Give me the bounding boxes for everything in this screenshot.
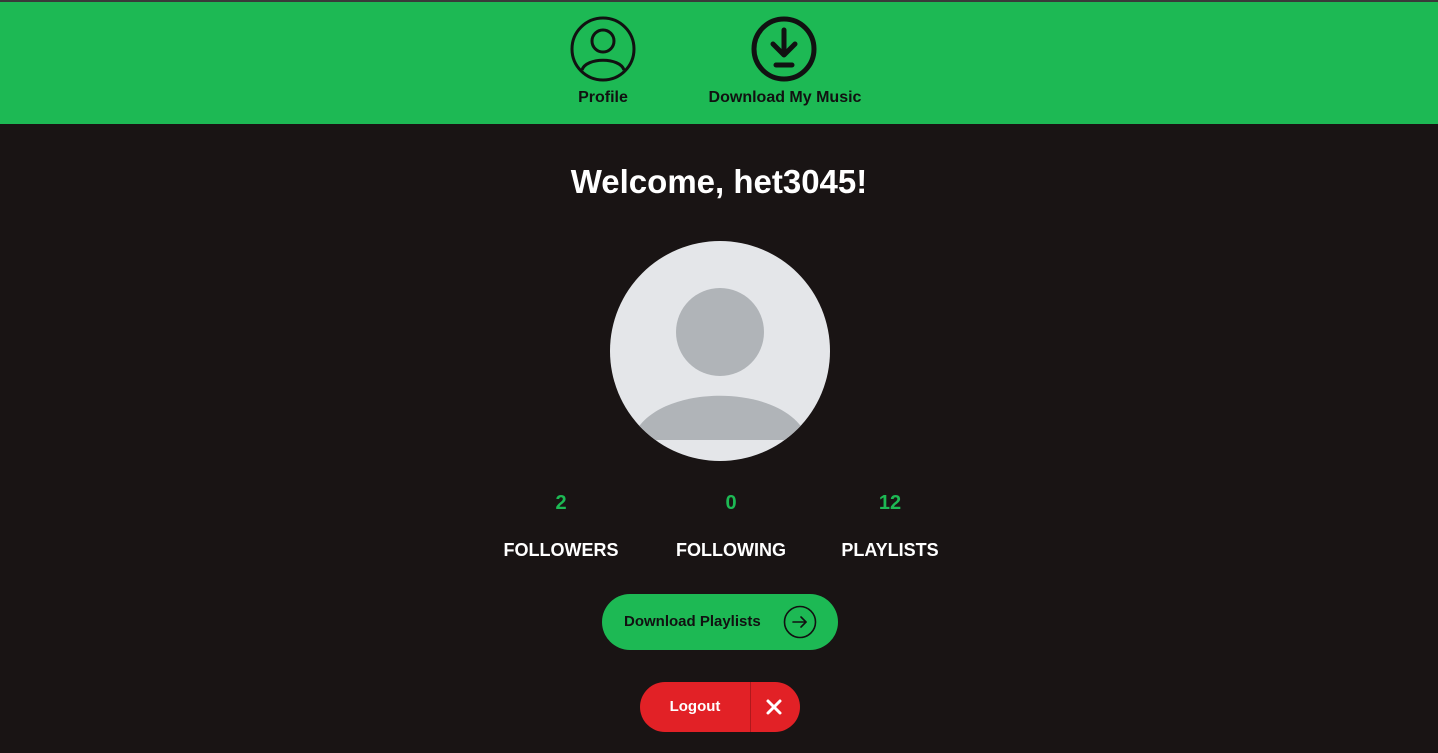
download-playlists-button[interactable]: Download Playlists [602,594,838,650]
top-navbar: Profile Download My Music [0,2,1438,124]
nav-item-profile-label: Profile [578,89,628,106]
close-icon [766,699,782,715]
following-label: FOLLOWING [676,540,786,560]
avatar [610,241,830,461]
user-circle-icon [570,16,636,82]
welcome-heading: Welcome, het3045! [570,163,868,200]
logout-divider [750,682,751,732]
followers-count: 2 [555,492,567,514]
arrow-right-icon [783,605,817,639]
download-playlists-label: Download Playlists [624,613,761,630]
nav-item-profile[interactable]: Profile [560,2,646,124]
logout-button[interactable]: Logout [640,682,800,732]
following-count: 0 [725,492,737,514]
playlists-count: 12 [878,492,902,514]
download-circle-icon [751,16,817,82]
playlists-label: PLAYLISTS [841,540,939,560]
nav-item-download-my-music[interactable]: Download My Music [690,2,880,124]
nav-item-download-label: Download My Music [708,89,862,106]
logout-label: Logout [669,698,721,715]
followers-label: FOLLOWERS [503,540,619,560]
